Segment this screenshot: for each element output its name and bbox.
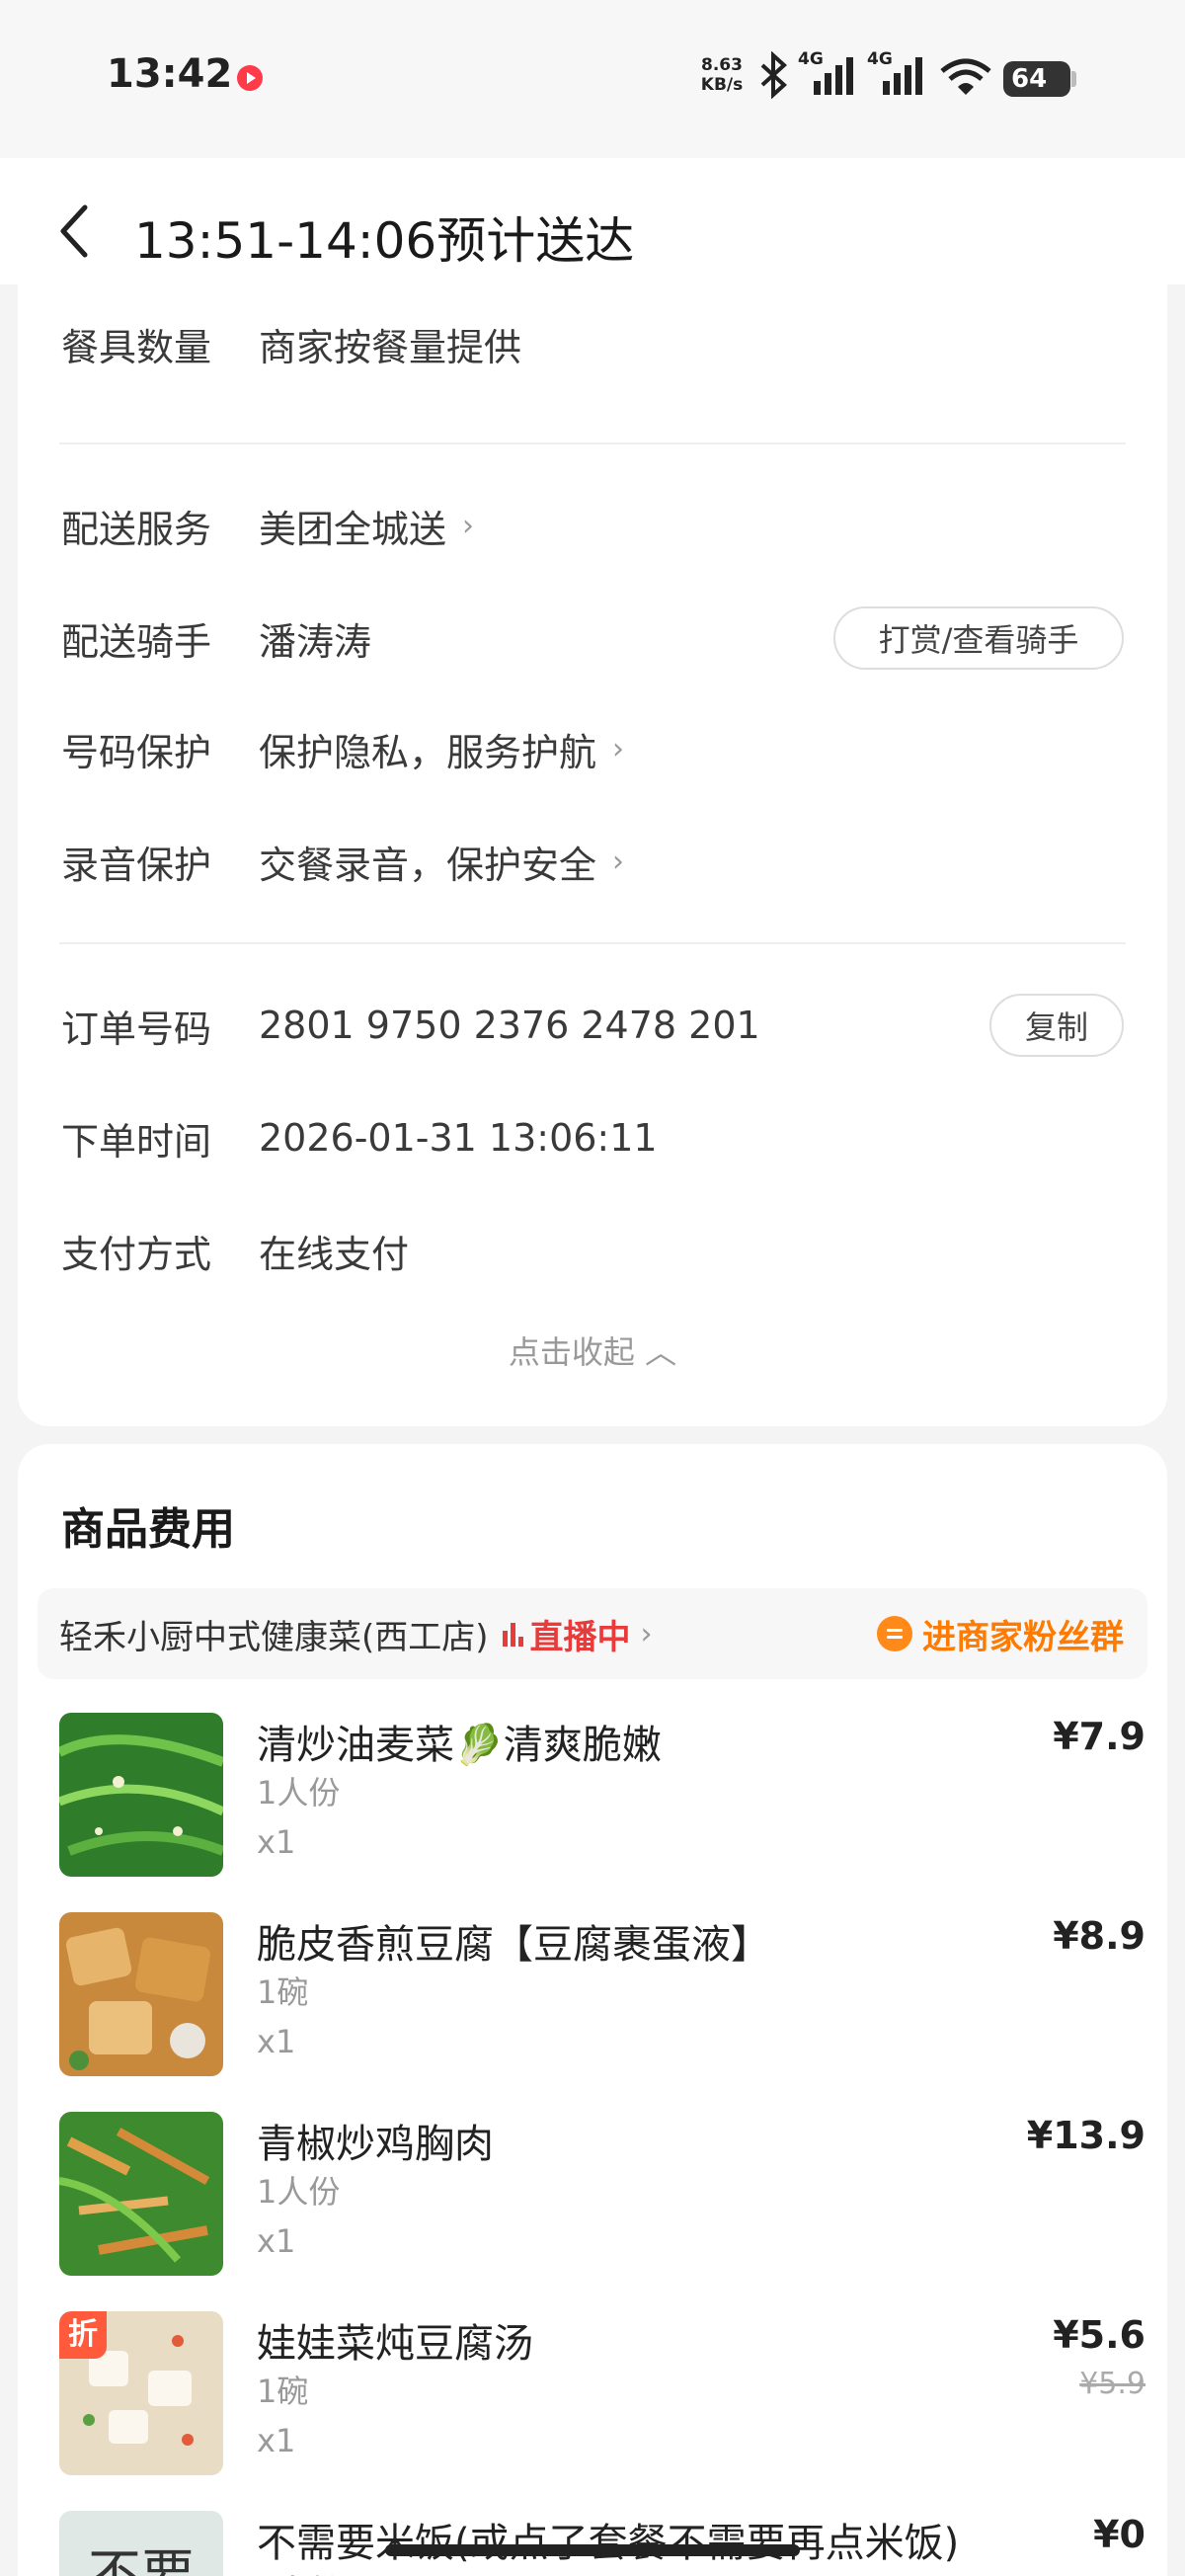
item-spec: 1人份 [257,1774,341,1811]
item-price: ¥13.9 [1026,2114,1146,2157]
chevron-right-icon: › [640,1616,653,1651]
item-price: ¥0 [1093,2513,1146,2556]
item-thumbnail: 不要 [59,2511,223,2576]
item-spec: 1碗 [257,2373,309,2410]
chevron-right-icon: › [612,731,625,766]
status-bar: 13:42 8.63 KB/s 4G 4G 64 [0,0,1185,158]
copy-button[interactable]: 复制 [989,994,1124,1057]
home-indicator[interactable] [385,2544,800,2556]
rider-name: 潘涛涛 [259,619,372,664]
chevron-right-icon: › [462,508,475,543]
item-spec: 1人份 [257,2173,341,2211]
order-time-label: 下单时间 [61,1119,212,1164]
item-thumbnail [59,1713,223,1877]
page-title: 13:51-14:06预计送达 [134,212,635,270]
item-quantity: x1 [257,2222,296,2260]
chevron-up-icon: ︿ [645,1333,677,1371]
payment-value: 在线支付 [259,1232,410,1276]
network-speed-value: 8.63 [701,55,743,75]
list-item[interactable]: 不要 不需要米饭(或点了套餐不需要再点米饭) 1人份 x1 ¥0 [59,2511,1146,2576]
number-protection-label: 号码保护 [61,730,212,774]
item-name: 娃娃菜炖豆腐汤 [257,2321,533,2367]
status-time: 13:42 [107,51,233,97]
order-info-card: 餐具数量 商家按餐量提供 配送服务 美团全城送 › 配送骑手 潘涛涛 打赏/查看… [18,284,1167,1426]
thumbnail-text: 不要 [88,2543,195,2576]
delivery-service-value[interactable]: 美团全城送 [259,499,446,553]
shop-bar[interactable]: 轻禾小厨中式健康菜(西工店) 直播中 › 进商家粉丝群 [38,1588,1147,1679]
rider-label: 配送骑手 [61,619,212,664]
tip-view-rider-button[interactable]: 打赏/查看骑手 [833,606,1124,670]
join-fan-group-label: 进商家粉丝群 [922,1617,1124,1657]
page-header: 13:51-14:06预计送达 [0,158,1185,284]
item-thumbnail [59,1912,223,2076]
screen-record-icon [237,65,263,91]
item-thumbnail [59,2112,223,2276]
item-price: ¥8.9 [1053,1914,1146,1958]
goods-fee-card: 商品费用 轻禾小厨中式健康菜(西工店) 直播中 › 进商家粉丝群 清炒油麦菜🥬清… [18,1444,1167,2576]
item-thumbnail: 折 [59,2311,223,2475]
tableware-label: 餐具数量 [61,325,212,369]
back-arrow-icon[interactable] [55,203,95,259]
discount-tag: 折 [59,2311,107,2359]
signal-1-icon [814,57,853,95]
item-price: ¥7.9 [1053,1715,1146,1758]
item-spec: 1人份 [257,2566,340,2576]
item-original-price: ¥5.9 [1079,2367,1146,2401]
network-speed: 8.63 KB/s [695,55,749,95]
battery-indicator: 64 [1003,61,1076,97]
order-time-value: 2026-01-31 13:06:11 [259,1116,658,1160]
divider [59,443,1126,444]
item-name: 脆皮香煎豆腐【豆腐裹蛋液】 [257,1922,770,1968]
chat-bubble-icon [877,1616,912,1651]
item-spec: 1碗 [257,1973,309,2011]
divider [59,942,1126,944]
recording-protection-label: 录音保护 [61,843,212,887]
list-item[interactable]: 折 娃娃菜炖豆腐汤 1碗 x1 ¥5.6 ¥5.9 [59,2311,1146,2479]
recording-protection-row[interactable]: 录音保护 交餐录音，保护安全 › [61,832,1124,891]
tableware-row: 餐具数量 商家按餐量提供 [61,314,1124,373]
order-number-row: 订单号码 2801 9750 2376 2478 201 复制 [61,994,1124,1057]
chevron-right-icon: › [612,844,625,879]
network-speed-unit: KB/s [700,75,744,95]
item-quantity: x1 [257,2422,296,2459]
order-number-value: 2801 9750 2376 2478 201 [259,1004,760,1047]
tableware-value: 商家按餐量提供 [259,325,522,369]
order-time-row: 下单时间 2026-01-31 13:06:11 [61,1108,1124,1167]
live-bars-icon [502,1623,523,1647]
live-status[interactable]: 直播中 [530,1610,631,1658]
recording-protection-value[interactable]: 交餐录音，保护安全 [259,835,596,889]
shop-name[interactable]: 轻禾小厨中式健康菜(西工店) [59,1610,489,1658]
signal-2-icon [883,57,922,95]
item-price: ¥5.6 [1053,2313,1146,2357]
order-number-label: 订单号码 [61,1006,212,1051]
item-name: 清炒油麦菜🥬清爽脆嫩 [257,1723,662,1768]
payment-label: 支付方式 [61,1232,212,1276]
item-quantity: x1 [257,1823,296,1861]
delivery-service-row[interactable]: 配送服务 美团全城送 › [61,496,1124,555]
item-name: 不需要米饭(或点了套餐不需要再点米饭) [257,2521,960,2566]
join-fan-group-button[interactable]: 进商家粉丝群 [877,1588,1124,1679]
list-item[interactable]: 脆皮香煎豆腐【豆腐裹蛋液】 1碗 x1 ¥8.9 [59,1912,1146,2080]
item-name: 青椒炒鸡胸肉 [257,2122,494,2167]
wifi-icon [940,58,991,95]
rider-row: 配送骑手 潘涛涛 打赏/查看骑手 [61,606,1124,670]
list-item[interactable]: 清炒油麦菜🥬清爽脆嫩 1人份 x1 ¥7.9 [59,1713,1146,1881]
number-protection-row[interactable]: 号码保护 保护隐私，服务护航 › [61,719,1124,778]
payment-row: 支付方式 在线支付 [61,1221,1124,1280]
number-protection-value[interactable]: 保护隐私，服务护航 [259,722,596,776]
bluetooth-icon [760,51,787,99]
goods-fee-title: 商品费用 [61,1504,235,1555]
delivery-service-label: 配送服务 [61,507,212,551]
collapse-button[interactable]: 点击收起 ︿ [18,1328,1167,1373]
list-item[interactable]: 青椒炒鸡胸肉 1人份 x1 ¥13.9 [59,2112,1146,2280]
collapse-label: 点击收起 [508,1333,635,1371]
item-quantity: x1 [257,2023,296,2060]
